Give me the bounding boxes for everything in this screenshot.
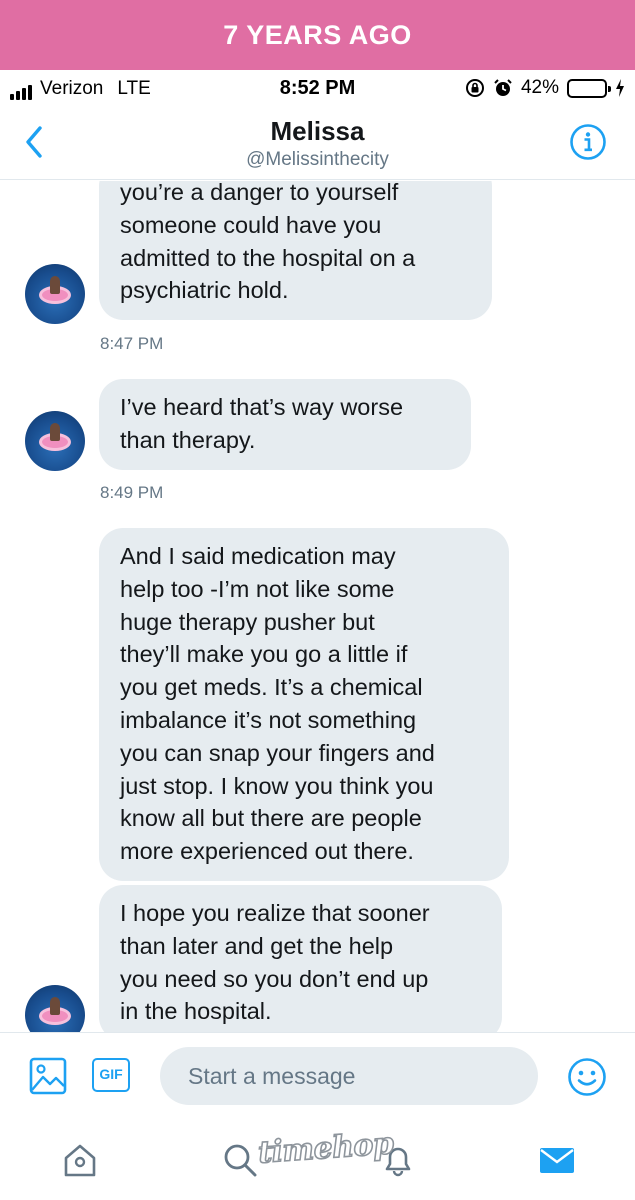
message-line: huge therapy pusher but bbox=[120, 608, 375, 635]
message-line: psychiatric hold. bbox=[120, 277, 289, 304]
home-icon[interactable] bbox=[60, 1140, 100, 1180]
message-line: you get meds. It’s a chemical bbox=[120, 674, 423, 701]
battery-icon bbox=[567, 78, 611, 98]
message-line: they’ll make you go a little if bbox=[120, 641, 408, 668]
message-thread[interactable]: you’re a danger to yourself someone coul… bbox=[0, 181, 635, 1032]
timehop-banner: 7 YEARS AGO bbox=[0, 0, 635, 70]
avatar[interactable] bbox=[25, 985, 85, 1032]
message-timestamp: 8:49 PM bbox=[100, 483, 164, 502]
avatar[interactable] bbox=[25, 264, 85, 324]
message-line: you’re a danger to yourself bbox=[120, 181, 399, 205]
message-line: just stop. I know you think you bbox=[120, 772, 434, 799]
alarm-icon bbox=[494, 79, 512, 96]
message-line: someone could have you bbox=[120, 211, 382, 238]
message-bubble[interactable]: I’ve heard that’s way worse than therapy… bbox=[99, 379, 471, 470]
emoji-icon[interactable] bbox=[567, 1057, 607, 1097]
charging-bolt-icon bbox=[616, 79, 624, 97]
gif-button[interactable]: GIF bbox=[92, 1058, 130, 1092]
mail-icon[interactable] bbox=[537, 1140, 577, 1180]
conversation-header: Melissa @Melissinthecity bbox=[0, 106, 635, 180]
message-composer: GIF bbox=[0, 1032, 635, 1120]
message-line: more experienced out there. bbox=[120, 838, 414, 865]
image-icon[interactable] bbox=[29, 1057, 67, 1095]
message-line: you can snap your fingers and bbox=[120, 739, 435, 766]
rotation-lock-icon bbox=[465, 79, 484, 97]
message-line: And I said medication may bbox=[120, 543, 396, 569]
info-icon[interactable] bbox=[569, 123, 607, 161]
status-bar: Verizon LTE 8:52 PM 42% bbox=[0, 70, 635, 106]
message-line: in the hospital. bbox=[120, 998, 272, 1025]
message-line: than therapy. bbox=[120, 426, 256, 453]
banner-text: 7 YEARS AGO bbox=[223, 19, 412, 50]
message-bubble[interactable]: you’re a danger to yourself someone coul… bbox=[99, 181, 492, 321]
avatar[interactable] bbox=[25, 411, 85, 471]
contact-handle[interactable]: @Melissinthecity bbox=[0, 149, 635, 171]
message-line: I’ve heard that’s way worse bbox=[120, 394, 404, 420]
message-bubble[interactable]: And I said medication may help too -I’m … bbox=[99, 528, 509, 881]
message-line: admitted to the hospital on a bbox=[120, 244, 416, 271]
message-line: I hope you realize that sooner bbox=[120, 900, 430, 926]
message-input[interactable] bbox=[160, 1047, 538, 1105]
search-icon[interactable] bbox=[220, 1140, 260, 1180]
message-bubble[interactable]: I hope you realize that sooner than late… bbox=[99, 885, 502, 1032]
battery-percent: 42% bbox=[520, 77, 559, 98]
message-line: know all but there are people bbox=[120, 805, 422, 832]
message-line: than later and get the help bbox=[120, 932, 394, 959]
message-line: help too -I’m not like some bbox=[120, 575, 395, 602]
status-right: 42% bbox=[465, 77, 625, 99]
message-timestamp: 8:47 PM bbox=[100, 334, 164, 353]
contact-name[interactable]: Melissa bbox=[0, 116, 635, 147]
message-line: you need so you don’t end up bbox=[120, 965, 429, 992]
message-line: imbalance it’s not something bbox=[120, 706, 417, 733]
